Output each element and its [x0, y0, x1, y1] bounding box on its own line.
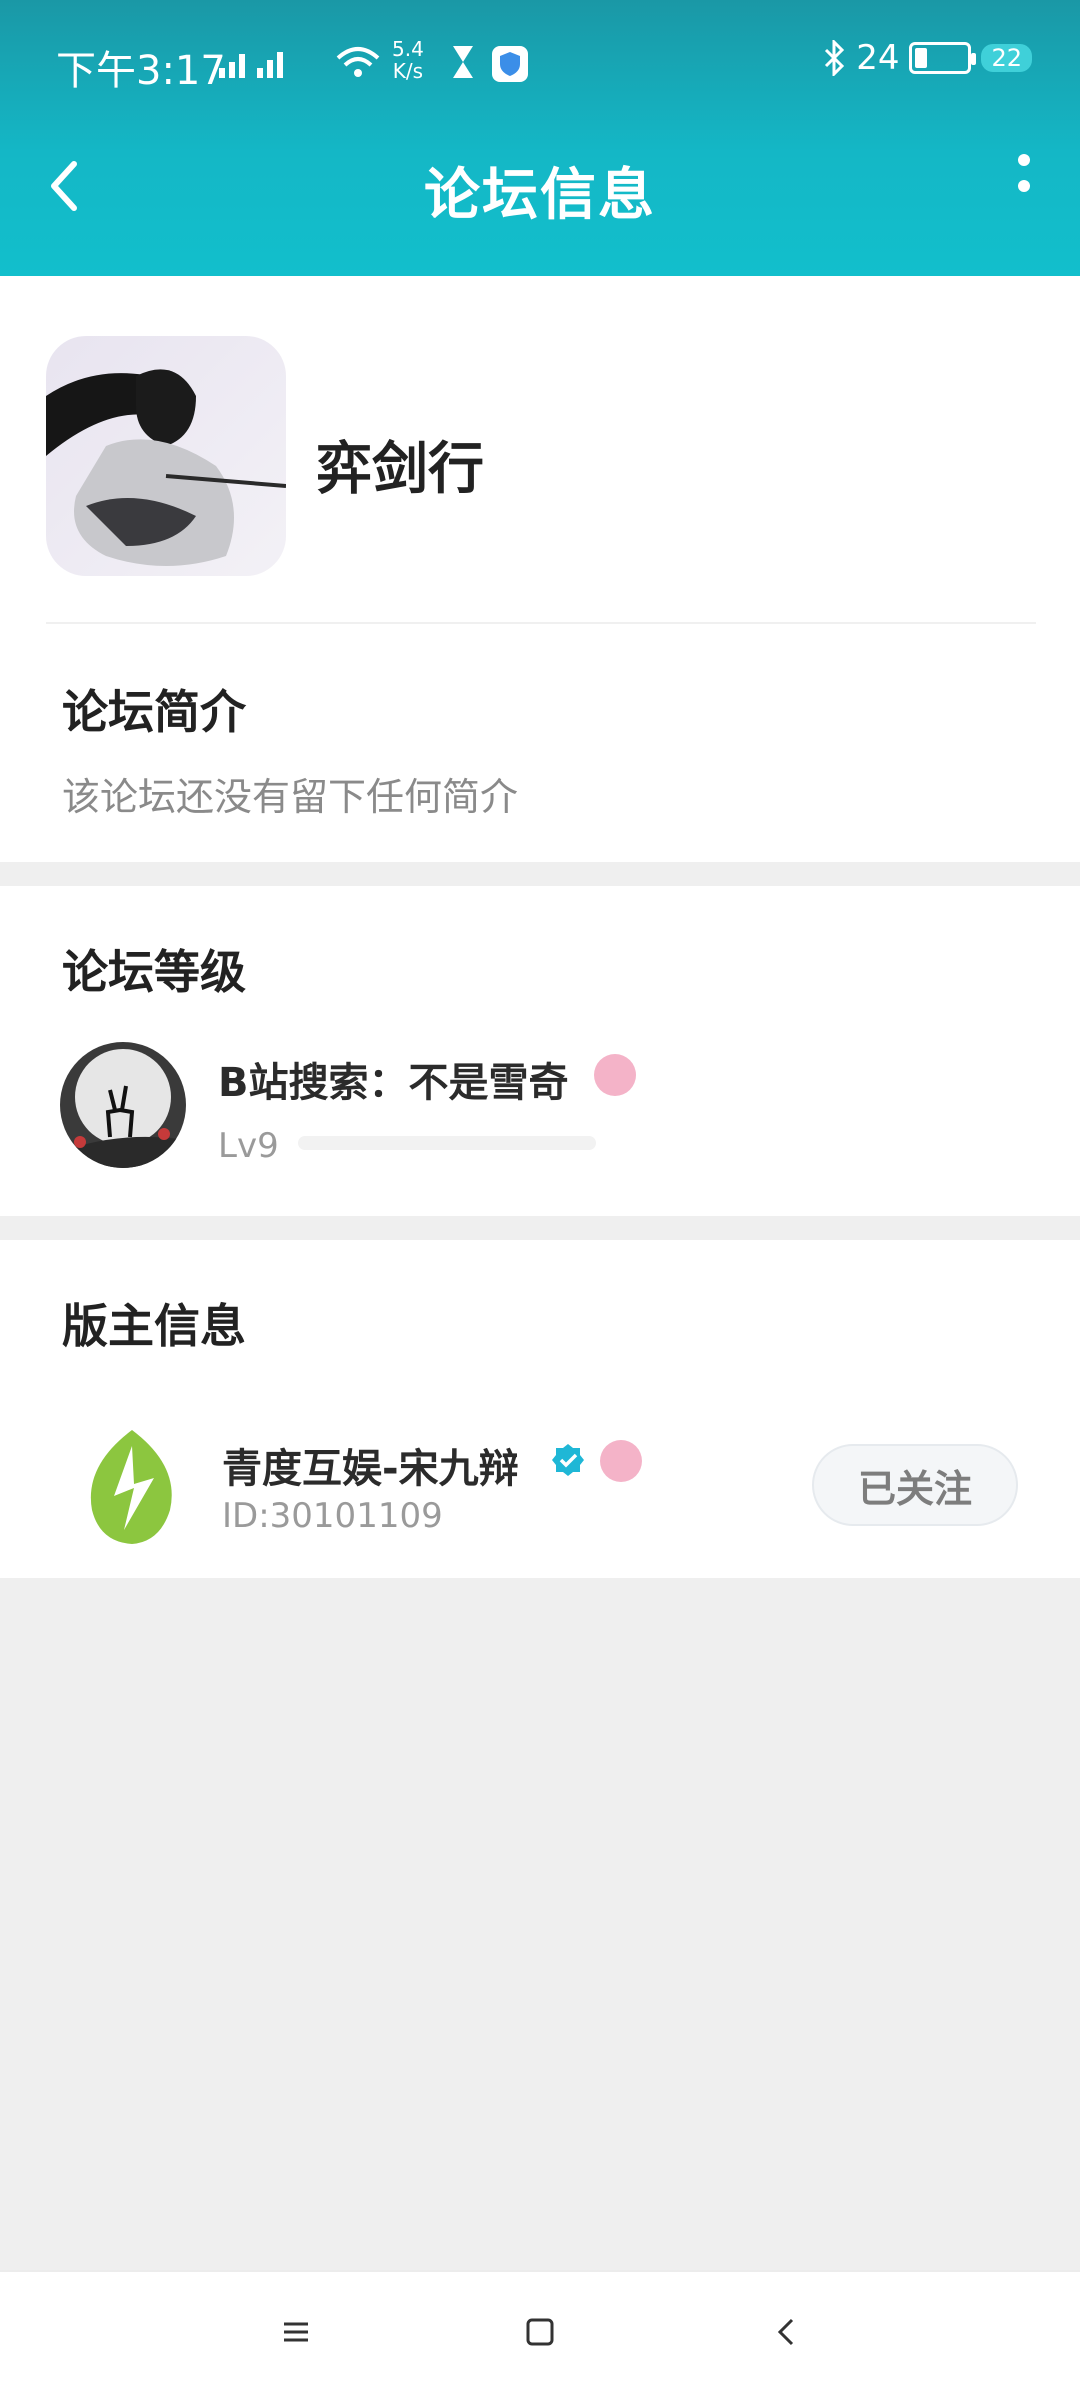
follow-button[interactable]: 已关注: [812, 1444, 1018, 1526]
bluetooth-icon: [825, 40, 845, 76]
home-icon[interactable]: [510, 2302, 570, 2362]
notification-badge: 22: [981, 44, 1032, 72]
level-title: 论坛等级: [62, 945, 246, 999]
system-nav-bar: [0, 2270, 1080, 2400]
shield-icon: [492, 46, 528, 82]
moderator-name: 青度互娱-宋九辩: [222, 1446, 519, 1492]
forum-level-card: 论坛等级 B站搜索：不是雪奇 Lv9: [0, 886, 1080, 1216]
back-icon[interactable]: [756, 2302, 816, 2362]
more-vert-icon[interactable]: [1010, 150, 1040, 200]
verified-icon: [552, 1444, 584, 1476]
forum-name: 弈剑行: [316, 437, 484, 502]
moderator-avatar[interactable]: [70, 1426, 194, 1550]
forum-avatar: [46, 336, 286, 576]
moderator-title: 版主信息: [62, 1299, 246, 1353]
net-speed: 5.4 K/s: [392, 37, 424, 83]
app-header: 下午3:17 5.4 K/s 24 22 论坛信息: [0, 0, 1080, 276]
fan-badge-icon: [600, 1440, 642, 1482]
user-avatar[interactable]: [60, 1042, 186, 1168]
forum-info-card: 弈剑行 论坛简介 该论坛还没有留下任何简介: [0, 276, 1080, 862]
wifi-icon: [336, 47, 380, 77]
moderator-card: 版主信息 青度互娱-宋九辩 ID:30101109 已关注: [0, 1240, 1080, 1578]
divider: [46, 622, 1036, 624]
battery-icon: [909, 42, 977, 74]
user-name: B站搜索：不是雪奇: [218, 1060, 569, 1106]
menu-icon[interactable]: [266, 2302, 326, 2362]
level-label: Lv9: [218, 1126, 279, 1166]
level-progress-bar: [298, 1136, 596, 1150]
signal-icon: [219, 52, 283, 78]
moderator-id: ID:30101109: [222, 1496, 443, 1536]
page-title: 论坛信息: [424, 163, 656, 228]
status-time: 下午3:17: [56, 48, 226, 94]
intro-title: 论坛简介: [62, 685, 246, 739]
status-right: 24 22: [822, 38, 1032, 78]
hourglass-icon: [453, 46, 473, 78]
intro-text: 该论坛还没有留下任何简介: [62, 775, 519, 819]
fan-badge-icon: [594, 1054, 636, 1096]
battery-percent: 24: [856, 38, 900, 78]
status-bar: 下午3:17 5.4 K/s 24 22: [0, 30, 1080, 100]
